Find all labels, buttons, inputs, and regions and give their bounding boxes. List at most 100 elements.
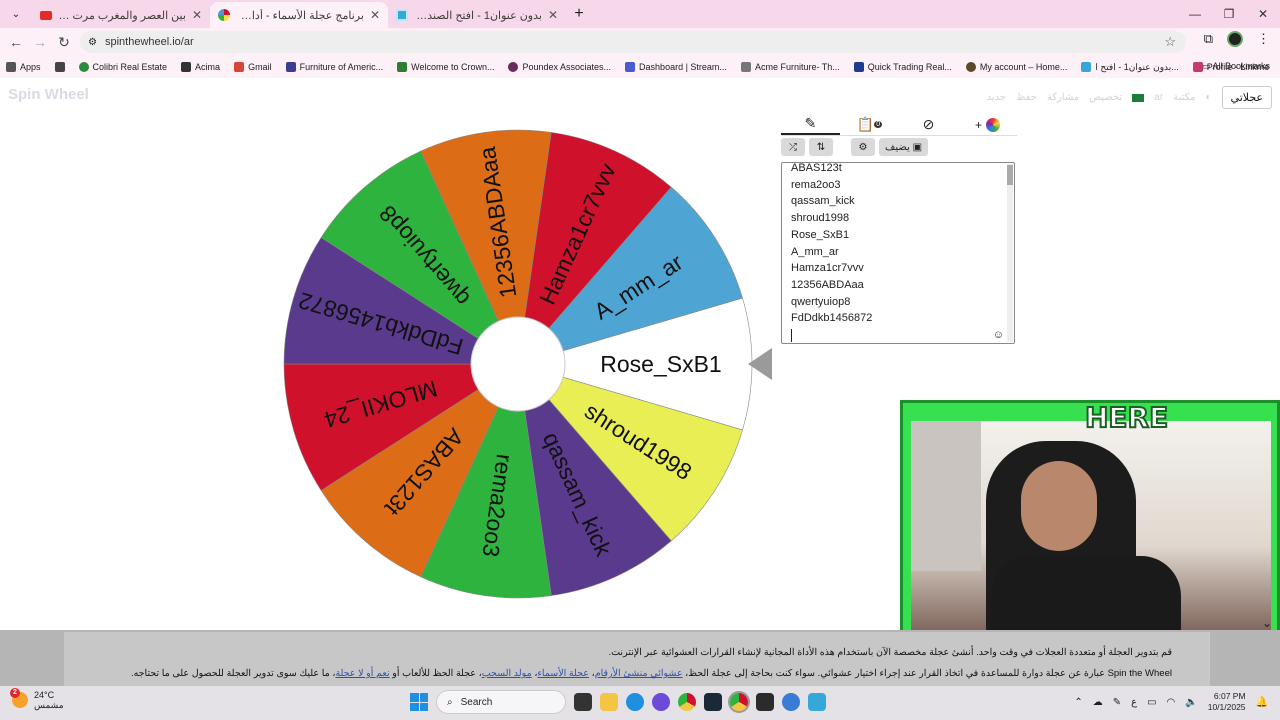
omnibox[interactable]: ⚙ spinthewheel.io/ar ☆ [80,31,1186,53]
clock[interactable]: 6:07 PM 10/1/2025 [1208,691,1246,713]
bookmark-google-apps[interactable] [54,62,65,72]
tab-title: برنامج عجلة الأسماء - أداة مخصصة [236,9,364,22]
extensions-icon[interactable]: ⧉ [1204,31,1213,47]
restore-icon[interactable]: ❐ [1212,0,1246,28]
scrollbar-thumb[interactable] [1007,165,1013,185]
shuffle-button[interactable]: ⤮ [781,138,805,156]
entries-textarea[interactable]: ABAS123t rema2oo3 qassam_kick shroud1998 Ros… [781,162,1015,344]
volume-icon[interactable]: 🔈 [1185,697,1197,708]
tab-youtube[interactable]: بين العصر والمغرب مرت لمه خيال ✕ [32,2,210,28]
menu-new[interactable]: جديد [987,92,1006,103]
bookmark-my-account[interactable]: My account – Home... [965,62,1067,72]
weather-widget[interactable]: 2 24°C مشمس [10,688,64,710]
chevron-up-icon[interactable]: ⌃ [1074,697,1082,708]
minimize-icon[interactable]: — [1178,0,1212,28]
taskbar-search[interactable]: ⌕ Search [436,690,566,714]
tab-untitled[interactable]: بدون عنوان1 - افتح الصندوق ✕ [388,2,566,28]
bookmark-furniture-america[interactable]: Furniture of Americ... [285,62,384,72]
chevron-down-icon[interactable]: ⌄ [1262,616,1272,630]
language-indicator[interactable]: ع [1131,697,1137,708]
scrollbar-track[interactable] [1007,164,1013,342]
close-tab-icon[interactable]: ✕ [370,8,380,22]
close-tab-icon[interactable]: ✕ [192,8,202,22]
bookmark-crown[interactable]: Welcome to Crown... [397,62,494,72]
spin-wheel[interactable]: Rose_SxB1 shroud1998 qassam_kick rema2oo3 AB… [280,126,772,606]
bookmark-dashboard[interactable]: Dashboard | Stream... [625,62,727,72]
wheel-center-button[interactable] [470,316,566,412]
discord-icon[interactable] [652,693,670,711]
tab-results[interactable]: 📋 0 [840,114,899,135]
bookmark-colibri[interactable]: Colibri Real Estate [78,62,168,72]
menu-kebab-icon[interactable]: ⋮ [1257,31,1270,47]
windows-taskbar: 2 24°C مشمس ⌕ Search ⌃ ☁ ✎ ع ▭ ◠ 🔈 6:07 PM… [0,686,1280,720]
tab-spinthewheel[interactable]: برنامج عجلة الأسماء - أداة مخصصة ✕ [210,2,388,28]
theme-icon[interactable]: ◐ [1205,92,1211,103]
sort-button[interactable]: ⇅ [809,138,833,156]
furniture-icon [285,62,296,72]
wheel-svg[interactable]: Rose_SxB1shroud1998qassam_kickrema2oo3AB… [280,126,772,606]
bookmark-apps[interactable]: Apps [6,62,41,72]
box-app-icon[interactable] [808,693,826,711]
menu-share[interactable]: مشاركة [1047,92,1079,103]
entry-line: ABAS123t [791,162,842,174]
task-view-icon[interactable] [574,693,592,711]
add-image-button[interactable]: يضيف ▣ [879,138,929,156]
toolbar-right: ⧉ ⋮ [1204,31,1270,47]
dashboard-icon [625,62,636,72]
app-icon[interactable] [782,693,800,711]
cloud-icon[interactable]: ☁ [1093,697,1103,708]
forward-icon[interactable]: → [28,34,52,50]
chrome-icon[interactable] [678,693,696,711]
link-yes-no[interactable]: نعم أو لا عجلة [335,668,389,679]
tab-customize[interactable]: + [958,114,1017,135]
poundex-icon [508,62,519,72]
steam-icon[interactable] [704,693,722,711]
pen-icon[interactable]: ✎ [1113,697,1121,708]
link-raffle[interactable]: مولد السحب [482,668,532,679]
tab-edit[interactable]: ✎ [781,114,840,135]
all-bookmarks-button[interactable]: ▭ All Bookmarks [1202,61,1270,72]
new-tab-button[interactable]: + [566,2,592,26]
tab-search-chevron-icon[interactable]: ⌄ [4,2,28,26]
page-content: Spin Wheel جديد حفظ مشاركة تخصيص ar مكتب… [0,82,1280,652]
bookmark-label: Furniture of Americ... [299,62,384,72]
site-info-icon[interactable]: ⚙ [88,37,97,48]
wifi-icon[interactable]: ◠ [1167,697,1176,708]
menu-customize[interactable]: تخصيص [1089,92,1122,103]
close-tab-icon[interactable]: ✕ [548,8,558,22]
bookmark-label: Colibri Real Estate [92,62,168,72]
webcam-overlay: HERE [900,400,1280,652]
emoji-icon[interactable]: ☺ [993,329,1004,341]
profile-avatar[interactable] [1227,31,1243,47]
bookmark-untitled[interactable]: بدون عنوان1 - افتح ا... [1081,62,1179,73]
settings-button[interactable]: ⚙ [851,138,875,156]
bookmark-acme[interactable]: Acme Furniture- Th... [740,62,840,72]
saudi-flag-icon [1132,93,1145,102]
link-random-number[interactable]: عشوائي منشئ الأرقام [595,668,683,679]
my-wheels-button[interactable]: عجلاتي [1221,86,1272,109]
date: 10/1/2025 [1207,702,1246,712]
bookmark-poundex[interactable]: Poundex Associates... [508,62,611,72]
entries-list: ABAS123t rema2oo3 qassam_kick shroud1998 Ros… [791,162,872,343]
language-selector[interactable]: ar [1154,92,1163,103]
notifications-icon[interactable]: 🔔 [1256,697,1268,708]
menu-save[interactable]: حفظ [1016,92,1037,103]
site-logo[interactable]: Spin Wheel [8,86,89,103]
back-icon[interactable]: ← [4,34,28,50]
search-label: Search [460,696,493,708]
kick-app-icon[interactable] [756,693,774,711]
close-window-icon[interactable]: ✕ [1246,0,1280,28]
bookmark-acima[interactable]: Acima [181,62,220,72]
network-icon[interactable]: ▭ [1147,697,1156,708]
file-explorer-icon[interactable] [600,693,618,711]
edge-icon[interactable] [626,693,644,711]
windows-start-icon[interactable] [410,693,428,711]
tab-hide[interactable]: ⊘ [899,114,958,135]
reload-icon[interactable]: ↻ [52,34,76,51]
bookmark-quick-trading[interactable]: Quick Trading Real... [853,62,952,72]
menu-library[interactable]: مكتبة [1173,92,1195,103]
chrome-active-icon[interactable] [728,691,750,713]
bookmark-star-icon[interactable]: ☆ [1164,34,1176,50]
bookmark-gmail[interactable]: Gmail [234,62,272,72]
link-names-wheel[interactable]: عجلة الأسماء [537,668,589,679]
